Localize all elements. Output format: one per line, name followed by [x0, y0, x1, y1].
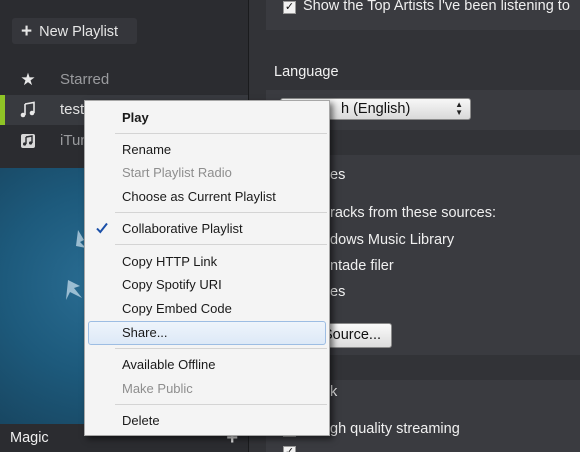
itunes-icon	[18, 126, 38, 159]
source-itunes[interactable]: es	[330, 284, 345, 300]
sidebar-item-starred[interactable]: ★ Starred	[0, 65, 248, 95]
check-icon	[96, 222, 108, 234]
menu-item-play[interactable]: Play	[122, 107, 149, 129]
menu-item-rename[interactable]: Rename	[122, 139, 171, 161]
streaming-checkbox-2[interactable]: ✓	[283, 446, 296, 452]
menu-item-copy-http[interactable]: Copy HTTP Link	[122, 251, 217, 273]
top-artists-checkbox[interactable]: ✓	[283, 1, 296, 14]
language-value: h (English)	[341, 101, 411, 117]
playlist-icon	[18, 95, 38, 129]
top-artists-label: Show the Top Artists I've been listening…	[303, 0, 570, 14]
star-icon: ★	[20, 70, 36, 89]
menu-item-make-public: Make Public	[122, 381, 193, 396]
menu-separator	[115, 133, 327, 134]
select-arrows-icon: ▲ ▼	[455, 100, 463, 117]
sources-text: racks from these sources:	[330, 205, 496, 221]
menu-separator	[115, 348, 327, 349]
menu-item-copy-embed[interactable]: Copy Embed Code	[122, 298, 232, 320]
selection-accent	[0, 95, 5, 125]
menu-item-start-radio: Start Playlist Radio	[122, 165, 232, 180]
menu-item-choose-current[interactable]: Choose as Current Playlist	[122, 186, 276, 208]
menu-item-share[interactable]: Share...	[122, 322, 168, 344]
menu-separator	[115, 212, 327, 213]
source-windows-music[interactable]: dows Music Library	[330, 232, 454, 248]
menu-separator	[115, 244, 327, 245]
menu-separator	[115, 404, 327, 405]
sidebar-item-label: test	[60, 101, 85, 118]
local-files-heading: es	[330, 167, 346, 183]
now-playing-label: Magic	[10, 430, 49, 446]
add-source-label: Source...	[322, 327, 381, 343]
language-heading: Language	[274, 64, 339, 80]
new-playlist-label: New Playlist	[39, 24, 119, 40]
new-playlist-button[interactable]: + New Playlist	[12, 18, 137, 44]
menu-item-collaborative[interactable]: Collaborative Playlist	[122, 218, 243, 240]
plus-icon: +	[21, 21, 33, 42]
menu-item-available-offline[interactable]: Available Offline	[122, 354, 215, 376]
playlist-context-menu: Play Rename Start Playlist Radio Choose …	[84, 100, 330, 436]
high-quality-label: gh quality streaming	[330, 421, 460, 437]
streaming-heading: k	[330, 384, 338, 400]
menu-item-delete[interactable]: Delete	[122, 410, 160, 432]
menu-item-copy-uri[interactable]: Copy Spotify URI	[122, 274, 222, 296]
sidebar-item-label: Starred	[60, 71, 110, 88]
source-shared-files[interactable]: ntade filer	[330, 258, 394, 274]
